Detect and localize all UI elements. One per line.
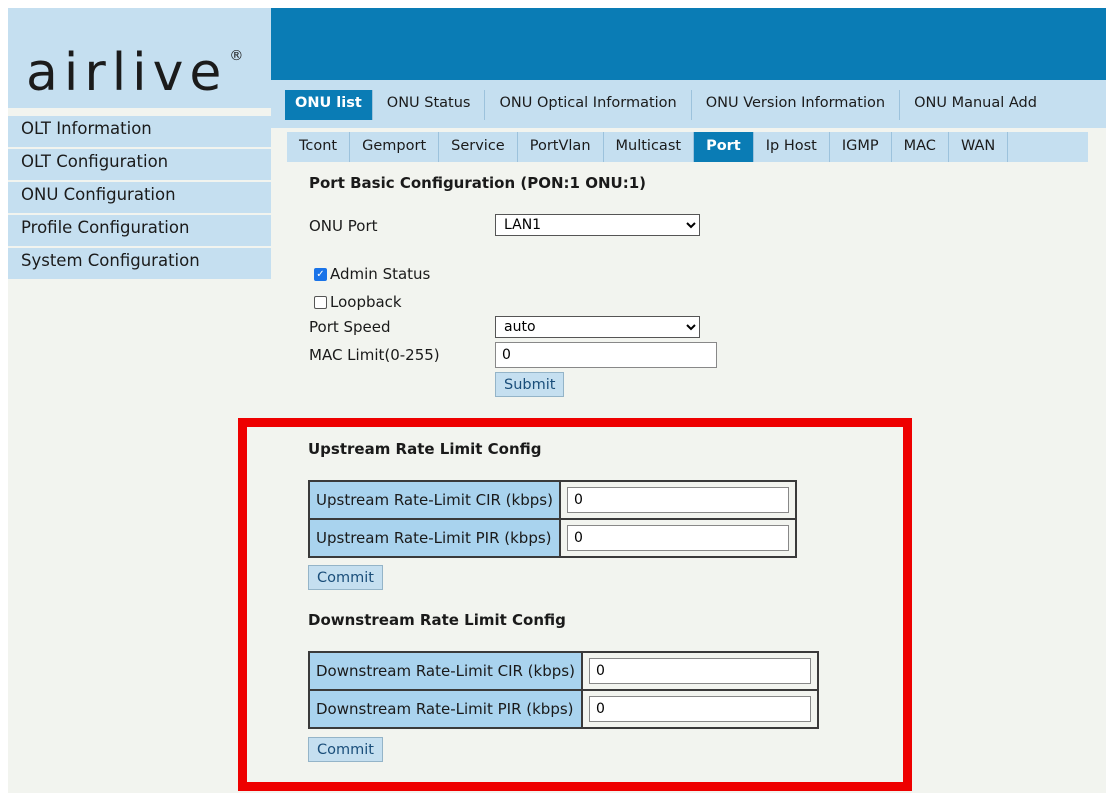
tab-onu-list[interactable]: ONU list [285,90,373,120]
tab-ip-host[interactable]: Ip Host [754,132,830,162]
tab-mac[interactable]: MAC [892,132,949,162]
downstream-cir-cell [580,651,819,691]
tab-port[interactable]: Port [694,132,754,162]
table-row: Upstream Rate-Limit PIR (kbps) [308,518,797,558]
port-speed-select[interactable]: auto [495,316,700,338]
onu-port-label: ONU Port [309,217,378,235]
upstream-config-title: Upstream Rate Limit Config [308,440,542,458]
upstream-pir-label: Upstream Rate-Limit PIR (kbps) [308,518,561,558]
upstream-rate-table: Upstream Rate-Limit CIR (kbps) Upstream … [308,480,797,558]
checkbox-checked-icon: ✓ [314,267,327,281]
downstream-pir-label: Downstream Rate-Limit PIR (kbps) [308,689,583,729]
port-speed-label: Port Speed [309,318,391,336]
admin-status-label: Admin Status [330,265,431,283]
port-basic-config-title: Port Basic Configuration (PON:1 ONU:1) [309,174,646,192]
tab-gemport[interactable]: Gemport [350,132,440,162]
airlive-logo: airlive ® [26,43,244,103]
downstream-commit-button[interactable]: Commit [308,737,383,762]
page-frame: airlive ® OLT Information OLT Configurati… [8,8,1106,793]
logo-area: airlive ® [8,8,271,108]
tab-onu-optical-information[interactable]: ONU Optical Information [485,90,692,120]
table-row: Upstream Rate-Limit CIR (kbps) [308,480,797,520]
loopback-label: Loopback [330,293,402,311]
red-highlight-box [238,418,912,791]
submit-button[interactable]: Submit [495,372,565,397]
upstream-cir-label: Upstream Rate-Limit CIR (kbps) [308,480,561,520]
primary-tabs: ONU list ONU Status ONU Optical Informat… [285,90,1051,120]
upstream-pir-cell [558,518,797,558]
tab-igmp[interactable]: IGMP [830,132,892,162]
upstream-cir-input[interactable] [566,487,789,513]
downstream-cir-label: Downstream Rate-Limit CIR (kbps) [308,651,583,691]
sidebar: OLT Information OLT Configuration ONU Co… [8,116,271,281]
onu-port-select[interactable]: LAN1 [495,214,700,236]
downstream-rate-table: Downstream Rate-Limit CIR (kbps) Downstr… [308,651,819,729]
tab-onu-manual-add[interactable]: ONU Manual Add [900,90,1051,120]
sidebar-item-profile-configuration[interactable]: Profile Configuration [8,215,271,246]
tab-tcont[interactable]: Tcont [287,132,351,162]
sidebar-item-olt-configuration[interactable]: OLT Configuration [8,149,271,180]
downstream-config-title: Downstream Rate Limit Config [308,611,566,629]
tab-service[interactable]: Service [439,132,518,162]
downstream-cir-input[interactable] [588,658,811,684]
table-row: Downstream Rate-Limit CIR (kbps) [308,651,819,691]
tab-onu-status[interactable]: ONU Status [373,90,486,120]
sidebar-item-olt-information[interactable]: OLT Information [8,116,271,147]
table-row: Downstream Rate-Limit PIR (kbps) [308,689,819,729]
upstream-cir-cell [558,480,797,520]
tab-onu-version-information[interactable]: ONU Version Information [692,90,901,120]
header-bar [271,8,1106,80]
checkbox-unchecked-icon [314,295,327,309]
mac-limit-input[interactable] [495,342,717,368]
upstream-pir-input[interactable] [566,525,789,551]
admin-status-checkbox[interactable]: ✓ Admin Status [314,265,430,283]
sidebar-item-system-configuration[interactable]: System Configuration [8,248,271,279]
downstream-pir-input[interactable] [588,696,811,722]
downstream-pir-cell [580,689,819,729]
sidebar-item-onu-configuration[interactable]: ONU Configuration [8,182,271,213]
tab-portvlan[interactable]: PortVlan [518,132,604,162]
upstream-commit-button[interactable]: Commit [308,565,383,590]
tab-wan[interactable]: WAN [949,132,1009,162]
loopback-checkbox[interactable]: Loopback [314,293,402,311]
mac-limit-label: MAC Limit(0-255) [309,346,440,364]
secondary-tabs: Tcont Gemport Service PortVlan Multicast… [287,132,1088,162]
tab-multicast[interactable]: Multicast [604,132,695,162]
